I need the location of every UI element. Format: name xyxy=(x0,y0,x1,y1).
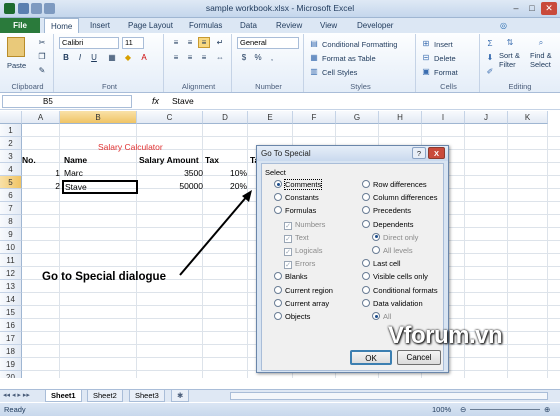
option-label: Blanks xyxy=(285,272,308,282)
option-label: Numbers xyxy=(295,219,326,229)
left-option-current-array[interactable]: Current array xyxy=(274,298,329,309)
excel-window: sample workbook.xlsx - Microsoft Excel –… xyxy=(0,0,560,416)
status-bar: Ready 100% ⊖ ⊕ xyxy=(0,403,560,416)
radio-icon xyxy=(274,298,282,307)
right-option-last-cell[interactable]: Last cell xyxy=(362,258,401,269)
sheet-tab-3[interactable]: Sheet3 xyxy=(129,390,165,402)
radio-icon xyxy=(274,312,282,320)
radio-icon xyxy=(362,206,370,215)
option-label: Column differences xyxy=(373,193,438,203)
radio-icon xyxy=(362,285,370,294)
right-option-all: All xyxy=(372,311,391,322)
zoom-slider[interactable] xyxy=(470,409,540,410)
right-option-direct-only: Direct only xyxy=(372,232,418,243)
option-label: Row differences xyxy=(373,180,427,189)
dialog-help-button[interactable]: ? xyxy=(412,147,426,159)
radio-icon xyxy=(274,285,282,294)
zoom-level[interactable]: 100% xyxy=(432,405,451,414)
option-label: All xyxy=(383,312,392,321)
option-label: Data validation xyxy=(373,298,423,308)
radio-icon xyxy=(274,272,282,281)
right-option-all-levels: All levels xyxy=(372,245,413,256)
radio-icon xyxy=(372,232,380,241)
option-label: Objects xyxy=(285,312,311,321)
sheet-tab-1[interactable]: Sheet1 xyxy=(45,390,82,402)
left-option-blanks[interactable]: Blanks xyxy=(274,271,308,282)
radio-icon xyxy=(362,259,370,268)
sheet-tab-bar: ◂◂ ◂ ▸ ▸▸ Sheet1 Sheet2 Sheet3 ✱ xyxy=(0,389,560,402)
sheet-tab-2[interactable]: Sheet2 xyxy=(87,390,123,402)
option-label: Precedents xyxy=(373,206,411,216)
option-label: Errors xyxy=(295,259,316,269)
radio-icon xyxy=(362,180,370,188)
right-option-conditional-formats[interactable]: Conditional formats xyxy=(362,285,438,296)
right-option-data-validation[interactable]: Data validation xyxy=(362,298,423,309)
radio-icon xyxy=(274,193,282,202)
right-option-visible-cells-only[interactable]: Visible cells only xyxy=(362,271,428,282)
right-option-precedents[interactable]: Precedents xyxy=(362,205,411,216)
right-option-dependents[interactable]: Dependents xyxy=(362,219,413,230)
option-label: Conditional formats xyxy=(373,285,438,295)
left-option-formulas[interactable]: Formulas xyxy=(274,205,316,216)
checkbox-icon: ✓ xyxy=(284,248,292,256)
dialog-close-button[interactable]: X xyxy=(428,147,445,159)
dialog-title: Go To Special xyxy=(261,149,311,158)
left-option-text: ✓ Text xyxy=(284,232,309,243)
right-option-row-differences[interactable]: Row differences xyxy=(362,179,427,190)
left-option-comments[interactable]: Comments xyxy=(274,179,323,190)
radio-icon xyxy=(274,180,282,188)
cancel-button[interactable]: Cancel xyxy=(397,350,441,365)
radio-icon xyxy=(362,272,370,281)
left-option-constants[interactable]: Constants xyxy=(274,192,319,203)
option-label: Visible cells only xyxy=(373,272,428,282)
radio-icon xyxy=(274,206,282,215)
option-label: Direct only xyxy=(383,232,419,242)
dialog-title-bar: Go To Special ? X xyxy=(257,146,448,161)
left-option-errors: ✓ Errors xyxy=(284,258,316,270)
radio-icon xyxy=(372,312,380,320)
horizontal-scrollbar[interactable] xyxy=(230,392,548,400)
option-label: Logicals xyxy=(295,246,323,255)
option-label: Current array xyxy=(285,298,330,308)
status-ready: Ready xyxy=(4,405,26,414)
option-label: Dependents xyxy=(373,219,414,229)
option-label: Comments xyxy=(283,179,323,190)
left-option-objects[interactable]: Objects xyxy=(274,311,310,322)
ok-button[interactable]: OK xyxy=(350,350,392,365)
zoom-out-icon[interactable]: ⊖ xyxy=(460,405,466,414)
left-option-current-region[interactable]: Current region xyxy=(274,285,333,296)
insert-sheet-icon[interactable]: ✱ xyxy=(171,390,190,402)
option-label: Constants xyxy=(285,193,319,203)
right-option-column-differences[interactable]: Column differences xyxy=(362,192,437,203)
select-label: Select xyxy=(265,168,286,177)
sheet-nav-icon[interactable]: ◂◂ ◂ ▸ ▸▸ xyxy=(3,391,30,399)
left-option-logicals: ✓ Logicals xyxy=(284,245,323,256)
left-option-numbers: ✓ Numbers xyxy=(284,219,325,230)
option-label: Current region xyxy=(285,285,333,295)
option-label: Formulas xyxy=(285,206,317,216)
checkbox-icon: ✓ xyxy=(284,261,292,270)
checkbox-icon: ✓ xyxy=(284,234,292,243)
watermark: Vforum.vn xyxy=(388,322,503,349)
radio-icon xyxy=(362,219,370,228)
option-label: Text xyxy=(295,232,309,242)
radio-icon xyxy=(372,246,380,254)
checkbox-icon: ✓ xyxy=(284,221,292,230)
zoom-in-icon[interactable]: ⊕ xyxy=(544,405,550,414)
annotation-text: Go to Special dialogue xyxy=(42,271,166,283)
radio-icon xyxy=(362,193,370,202)
radio-icon xyxy=(362,298,370,307)
option-label: All levels xyxy=(383,246,413,255)
option-label: Last cell xyxy=(373,259,401,269)
